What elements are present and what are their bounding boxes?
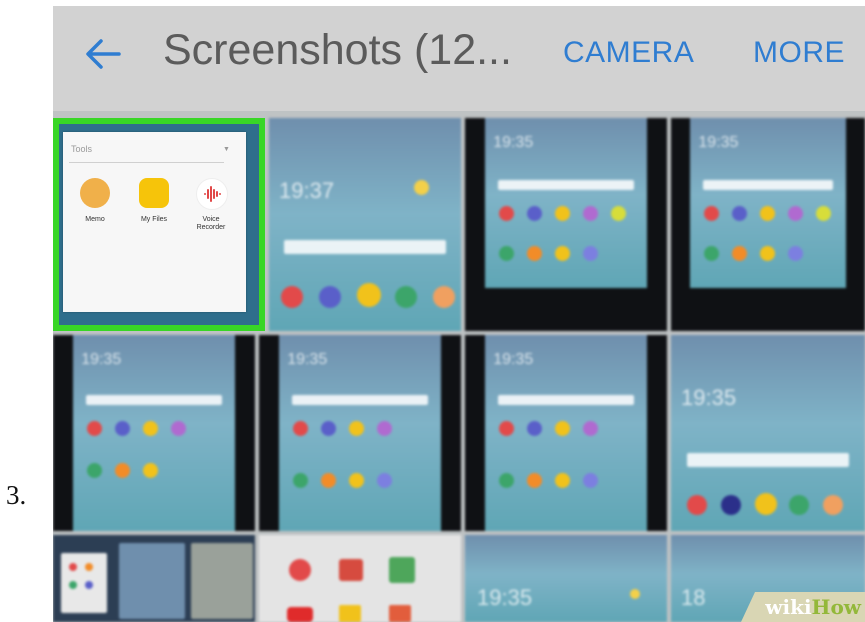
screenshot-thumbnail[interactable]: 19:35: [465, 535, 667, 622]
thumbnail-clock: 19:35: [477, 585, 533, 610]
screenshot-thumbnail[interactable]: 19:35: [259, 335, 461, 531]
thumbnail-clock: 19:35: [493, 351, 534, 368]
wikihow-watermark: wikiHow: [741, 592, 865, 622]
screenshot-thumbnail[interactable]: 19:35: [465, 335, 667, 531]
thumbnail-clock: 19:35: [493, 134, 534, 151]
step-number: 3.: [6, 480, 27, 510]
drive-icon: [339, 605, 361, 622]
screenshot-thumbnail[interactable]: 19:35: [53, 335, 255, 531]
screenshot-thumbnail[interactable]: [53, 535, 255, 622]
camera-button[interactable]: CAMERA: [563, 36, 694, 70]
album-title: Screenshots (12...: [163, 26, 512, 74]
screenshot-thumbnail[interactable]: [259, 535, 461, 622]
arrow-left-icon[interactable]: [83, 34, 123, 74]
gmail-icon: [339, 559, 363, 581]
more-button[interactable]: MORE: [753, 36, 845, 70]
screenshot-thumbnail[interactable]: 19:35: [671, 118, 865, 331]
youtube-icon: [287, 607, 313, 622]
thumbnail-clock: 19:35: [698, 134, 739, 151]
thumbnail-clock: 19:35: [287, 351, 328, 368]
thumbnail-clock: 19:35: [681, 385, 737, 410]
selection-border: [53, 118, 265, 331]
watermark-wiki: wiki: [765, 595, 812, 619]
screenshot-thumbnail[interactable]: 19:35: [671, 335, 865, 531]
thumbnail-clock: 18: [681, 585, 706, 610]
selected-screenshot-thumbnail[interactable]: Tools ▼ Memo My Files Voice Recorder: [53, 118, 265, 331]
thumbnail-grid: Tools ▼ Memo My Files Voice Recorder 19:…: [53, 118, 865, 622]
google-icon: [289, 559, 311, 581]
gallery-screen: Screenshots (12... CAMERA MORE Tools ▼ M…: [53, 6, 865, 622]
screenshot-thumbnail[interactable]: 19:35: [465, 118, 667, 331]
thumbnail-clock: 19:35: [81, 351, 122, 368]
play-store-icon: [389, 605, 411, 622]
maps-icon: [389, 557, 415, 583]
watermark-how: How: [811, 595, 861, 619]
app-bar: Screenshots (12... CAMERA MORE: [53, 6, 865, 111]
thumbnail-clock: 19:37: [279, 178, 335, 203]
screenshot-thumbnail[interactable]: 19:37: [269, 118, 461, 331]
